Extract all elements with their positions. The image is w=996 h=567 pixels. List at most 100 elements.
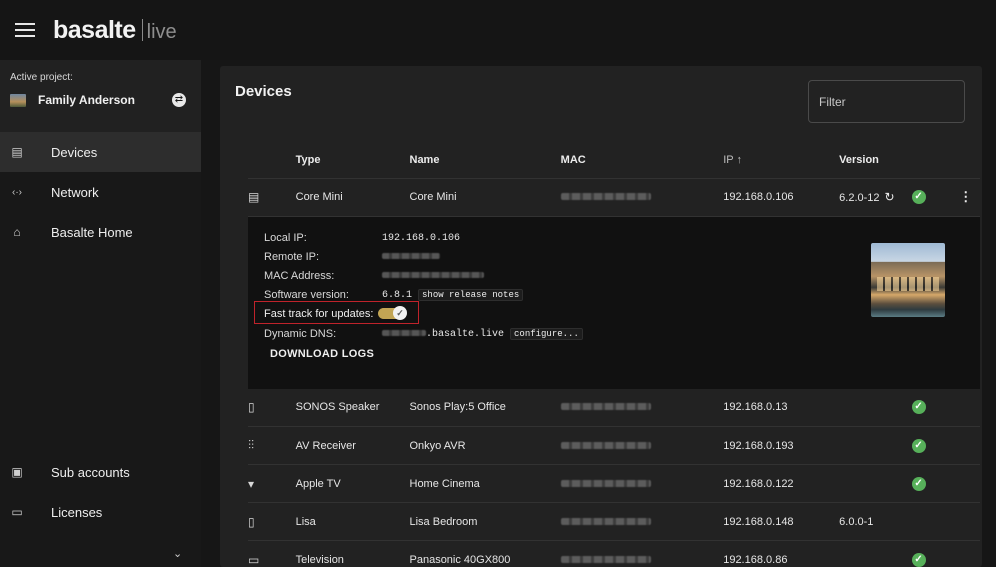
project-name: Family Anderson (38, 93, 135, 107)
network-icon: ‹·› (12, 186, 22, 198)
software-version-label: Software version: (264, 288, 349, 301)
device-name: Sonos Play:5 Office (409, 388, 561, 427)
device-ip: 192.168.0.13 (723, 388, 840, 427)
sidebar-item-network[interactable]: ‹·› Network (0, 172, 201, 212)
sidebar-item-basalte-home[interactable]: ⌂ Basalte Home (0, 212, 201, 252)
project-house-image (871, 242, 945, 317)
device-version (839, 388, 912, 427)
status-ok-icon: ✓ (911, 190, 926, 204)
mac-address-redacted (560, 193, 651, 200)
local-ip-value: 192.168.0.106 (382, 232, 461, 244)
device-detail-panel: Local IP: 192.168.0.106 Remote IP: MAC A… (248, 216, 980, 389)
license-icon: ▭ (11, 505, 23, 519)
appletv-icon: ▾ (248, 476, 255, 491)
toggle-check-icon: ✓ (393, 305, 407, 320)
table-row[interactable]: ▭ Television Panasonic 40GX800 192.168.0… (248, 540, 980, 567)
table-row[interactable]: ▯ Lisa Lisa Bedroom 192.168.0.148 6.0.0-… (248, 502, 980, 541)
table-row[interactable]: ▯ SONOS Speaker Sonos Play:5 Office 192.… (248, 388, 980, 427)
devices-icon: ▤ (11, 145, 23, 159)
dynamic-dns-label: Dynamic DNS: (264, 327, 337, 340)
download-logs-button[interactable]: DOWNLOAD LOGS (270, 348, 374, 360)
filter-input[interactable] (808, 80, 965, 123)
device-version: 6.0.0-1 (839, 502, 912, 541)
fast-track-label: Fast track for updates: (264, 307, 374, 320)
mac-address-redacted (560, 479, 651, 487)
device-name: Lisa Bedroom (409, 502, 561, 541)
device-ip: 192.168.0.86 (723, 540, 840, 567)
switch-project-icon[interactable]: ⇄ (172, 93, 186, 107)
page-title: Devices (235, 83, 292, 100)
status-ok-icon: ✓ (911, 552, 926, 567)
project-row[interactable]: Family Anderson ⇄ (10, 93, 191, 107)
device-type: AV Receiver (295, 426, 410, 465)
project-label: Active project: (10, 72, 73, 83)
sidebar-item-label: Sub accounts (51, 464, 130, 480)
software-version-row: 6.8.1 show release notes (382, 288, 524, 301)
device-detail-row: Local IP: 192.168.0.106 Remote IP: MAC A… (248, 216, 980, 389)
project-thumbnail (10, 93, 26, 107)
icon-column-header (248, 142, 296, 179)
device-name: Home Cinema (409, 464, 561, 503)
brand-divider (141, 19, 143, 41)
device-ip: 192.168.0.122 (723, 464, 840, 503)
mac-address-redacted (560, 555, 651, 563)
server-icon: ▤ (248, 190, 260, 204)
mac-address-redacted (560, 517, 651, 525)
fast-track-toggle[interactable]: ✓ (378, 305, 407, 320)
device-name: Panasonic 40GX800 (409, 540, 561, 567)
device-version (839, 426, 912, 465)
type-column-header[interactable]: Type (295, 142, 410, 179)
device-ip: 192.168.0.106 (723, 178, 840, 217)
status-ok-icon: ✓ (911, 438, 926, 453)
device-version (839, 464, 912, 503)
device-type: Apple TV (295, 464, 410, 503)
sidebar-item-label: Network (51, 184, 99, 200)
sidebar-item-label: Basalte Home (51, 224, 133, 240)
mac-column-header[interactable]: MAC (560, 142, 724, 179)
mac-address-value (382, 271, 484, 282)
devices-table: Type Name MAC IP ↑ Version ▤ Core Mini C… (248, 142, 980, 567)
update-icon[interactable]: ↻ (885, 190, 895, 204)
name-column-header[interactable]: Name (409, 142, 561, 179)
sidebar-item-sub-accounts[interactable]: ▣ Sub accounts (0, 452, 201, 492)
table-header: Type Name MAC IP ↑ Version (248, 142, 980, 179)
more-options-icon[interactable]: ⋮ (959, 189, 972, 204)
remote-ip-label: Remote IP: (264, 250, 320, 263)
software-version-value: 6.8.1 (382, 289, 413, 301)
sidebar-item-label: Licenses (51, 504, 103, 520)
dynamic-dns-row: .basalte.live configure... (382, 327, 583, 340)
brand-logo: basalte live (53, 16, 177, 45)
configure-dns-button[interactable]: configure... (510, 327, 583, 340)
dynamic-dns-suffix: .basalte.live (426, 328, 505, 340)
sidebar-item-devices[interactable]: ▤ Devices (0, 132, 201, 172)
version-column-header[interactable]: Version (839, 142, 912, 179)
tablet-icon: ▯ (248, 514, 255, 529)
device-name: Onkyo AVR (409, 426, 561, 465)
brand-sub: live (146, 20, 177, 43)
sidebar-bottom-nav: ▣ Sub accounts ▭ Licenses (0, 452, 201, 532)
ip-column-header[interactable]: IP ↑ (723, 142, 840, 179)
device-type: Television (295, 540, 410, 567)
devices-panel: Devices Type Name MAC IP ↑ Version ▤ Cor… (220, 66, 982, 567)
device-type: SONOS Speaker (295, 388, 410, 427)
remote-ip-redacted (382, 252, 440, 259)
tv-icon: ▭ (248, 552, 260, 567)
home-icon: ⌂ (13, 225, 21, 239)
chevron-down-icon[interactable]: ⌄ (173, 547, 182, 560)
device-version: 6.2.0-12 (839, 192, 880, 204)
table-row[interactable]: ⫶⫶ AV Receiver Onkyo AVR 192.168.0.193 ✓ (248, 426, 980, 465)
menu-icon[interactable] (15, 23, 35, 37)
table-row[interactable]: ▾ Apple TV Home Cinema 192.168.0.122 ✓ (248, 464, 980, 503)
device-type: Core Mini (295, 178, 410, 217)
menu-column-header (959, 142, 980, 179)
device-version (839, 540, 912, 567)
sidebar-item-label: Devices (51, 144, 98, 160)
sidebar-item-licenses[interactable]: ▭ Licenses (0, 492, 201, 532)
table-row[interactable]: ▤ Core Mini Core Mini 192.168.0.106 6.2.… (248, 178, 980, 217)
device-ip: 192.168.0.148 (723, 502, 840, 541)
show-release-notes-button[interactable]: show release notes (418, 288, 524, 301)
device-ip: 192.168.0.193 (723, 426, 840, 465)
device-type: Lisa (295, 502, 410, 541)
brand-name: basalte (53, 15, 136, 44)
sidebar: Active project: Family Anderson ⇄ ▤ Devi… (0, 60, 201, 567)
